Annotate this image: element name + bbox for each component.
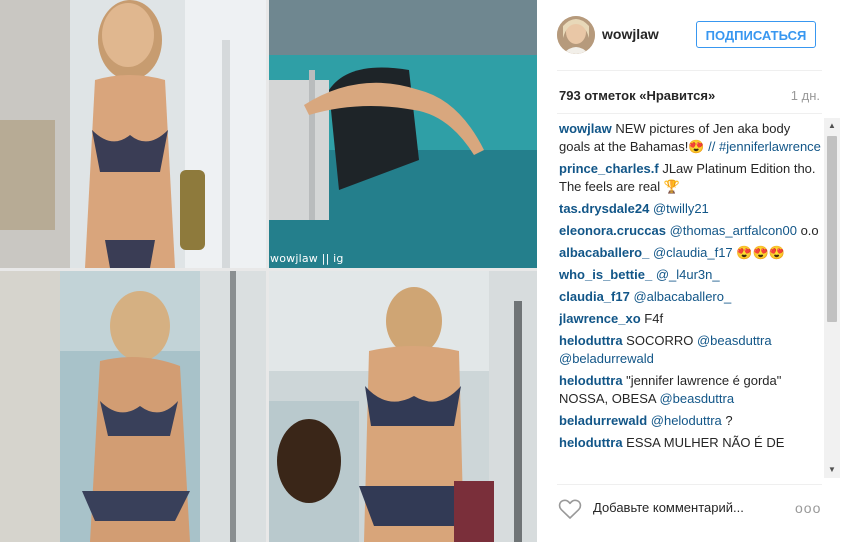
photo-tile-top-left: [0, 0, 266, 268]
photo-tile-top-right: [269, 0, 537, 268]
comment-text-tail: o.o: [796, 223, 819, 238]
comment-username[interactable]: tas.drysdale24: [559, 201, 649, 216]
comment-username[interactable]: heloduttra: [559, 435, 623, 450]
comment-username[interactable]: wowjlaw: [559, 121, 612, 136]
comment-text: ESSA MULHER NÃO É DE: [622, 435, 785, 450]
heart-icon[interactable]: [557, 497, 583, 521]
comment-username[interactable]: claudia_f17: [559, 289, 630, 304]
divider: [557, 113, 822, 114]
more-options-icon[interactable]: ooo: [795, 500, 821, 516]
comment-item: wowjlaw NEW pictures of Jen aka body goa…: [559, 120, 821, 156]
comment-mention[interactable]: @_l4ur3n_: [656, 267, 720, 282]
comment-item: heloduttra SOCORRO @beasduttra @beladurr…: [559, 332, 821, 368]
photo-watermark: wowjlaw || ig: [270, 252, 344, 265]
comments-scrollbar[interactable]: ▲ ▼: [824, 118, 840, 478]
scroll-up-arrow-icon[interactable]: ▲: [824, 118, 840, 134]
divider: [557, 484, 822, 485]
post-sidebar: wowjlaw ПОДПИСАТЬСЯ 793 отметок «Нравитс…: [537, 0, 842, 542]
comment-mention[interactable]: @twilly21: [653, 201, 709, 216]
comment-mention[interactable]: @heloduttra: [651, 413, 722, 428]
divider: [557, 70, 822, 71]
comment-item: heloduttra ESSA MULHER NÃO É DE: [559, 434, 821, 452]
post-username[interactable]: wowjlaw: [602, 26, 659, 42]
comments-list: wowjlaw NEW pictures of Jen aka body goa…: [559, 120, 821, 478]
comment-item: jlawrence_xo F4f: [559, 310, 821, 328]
comment-item: eleonora.cruccas @thomas_artfalcon00 o.o: [559, 222, 821, 240]
comment-mention[interactable]: @claudia_f17: [653, 245, 733, 260]
scroll-down-arrow-icon[interactable]: ▼: [824, 462, 840, 478]
post-time[interactable]: 1 дн.: [791, 88, 820, 103]
comment-item: who_is_bettie_ @_l4ur3n_: [559, 266, 821, 284]
comment-username[interactable]: heloduttra: [559, 373, 623, 388]
avatar[interactable]: [557, 16, 595, 54]
comment-mention[interactable]: // #jenniferlawrence: [708, 139, 821, 154]
comment-username[interactable]: jlawrence_xo: [559, 311, 641, 326]
comment-username[interactable]: who_is_bettie_: [559, 267, 652, 282]
comment-item: beladurrewald @heloduttra ?: [559, 412, 821, 430]
comment-item: claudia_f17 @albacaballero_: [559, 288, 821, 306]
comment-item: albacaballero_ @claudia_f17 😍😍😍: [559, 244, 821, 262]
comment-mention[interactable]: @albacaballero_: [633, 289, 731, 304]
follow-button[interactable]: ПОДПИСАТЬСЯ: [696, 21, 816, 48]
comment-username[interactable]: prince_charles.f: [559, 161, 659, 176]
comment-text-tail: 😍😍😍: [732, 245, 785, 260]
comment-item: tas.drysdale24 @twilly21: [559, 200, 821, 218]
scrollbar-thumb[interactable]: [827, 136, 837, 322]
comment-username[interactable]: heloduttra: [559, 333, 623, 348]
comment-username[interactable]: eleonora.cruccas: [559, 223, 666, 238]
photo-tile-bottom-right: [269, 271, 537, 542]
comment-mention[interactable]: @beasduttra: [659, 391, 734, 406]
comment-item: prince_charles.f JLaw Platinum Edition t…: [559, 160, 821, 196]
comment-text: F4f: [640, 311, 664, 326]
photo-tile-bottom-left: [0, 271, 266, 542]
comment-username[interactable]: beladurrewald: [559, 413, 647, 428]
comment-username[interactable]: albacaballero_: [559, 245, 649, 260]
comment-item: heloduttra "jennifer lawrence é gorda" N…: [559, 372, 821, 408]
comment-text: SOCORRO: [622, 333, 697, 348]
likes-count[interactable]: 793 отметок «Нравится»: [559, 88, 715, 103]
post-header: wowjlaw ПОДПИСАТЬСЯ: [537, 0, 842, 70]
post-photo[interactable]: wowjlaw || ig: [0, 0, 537, 542]
comment-text-tail: ?: [721, 413, 733, 428]
comment-mention[interactable]: @thomas_artfalcon00: [670, 223, 797, 238]
add-comment-input[interactable]: Добавьте комментарий...: [593, 500, 744, 515]
